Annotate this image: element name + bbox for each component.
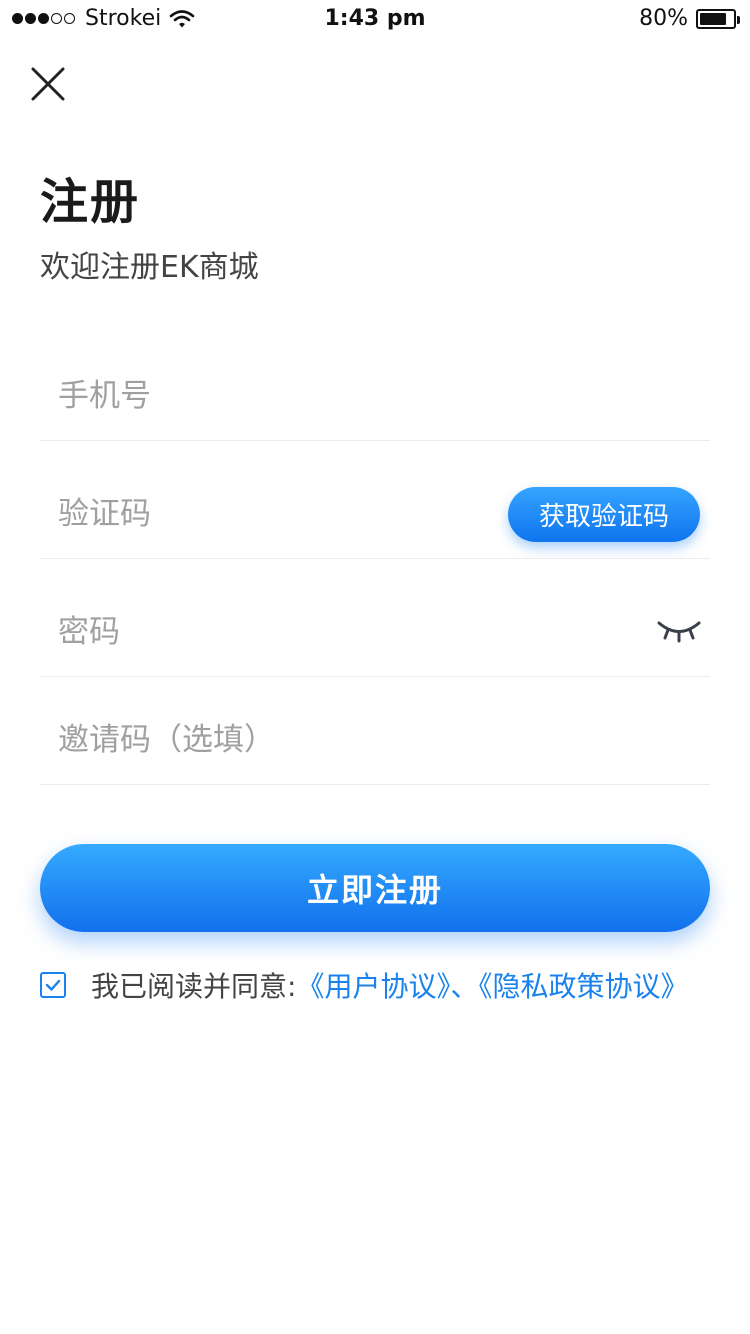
invite-code-input[interactable] — [58, 696, 478, 784]
status-right: 80% — [639, 6, 740, 31]
battery-icon — [696, 8, 740, 29]
battery-cap — [737, 15, 740, 24]
phone-input[interactable] — [58, 352, 478, 440]
page-subtitle: 欢迎注册EK商城 — [40, 250, 259, 285]
password-input[interactable] — [58, 588, 478, 676]
user-agreement-link[interactable]: 《用户协议》 — [296, 970, 450, 1003]
agreement-checkbox[interactable] — [40, 972, 66, 998]
status-bar: Strokei 1:43 pm 80% — [0, 0, 750, 40]
verification-code-field: 获取验证码 — [40, 470, 710, 559]
verification-code-input[interactable] — [58, 470, 478, 558]
eye-closed-icon[interactable] — [656, 618, 702, 644]
status-time: 1:43 pm — [324, 6, 426, 31]
page-title: 注册 — [40, 174, 141, 230]
agreement-separator: 、 — [450, 970, 479, 1003]
privacy-policy-link[interactable]: 《隐私政策协议》 — [478, 970, 688, 1003]
phone-field — [40, 352, 710, 441]
battery-fill — [700, 12, 726, 25]
close-icon[interactable] — [28, 64, 68, 104]
password-field — [40, 588, 710, 677]
check-icon — [45, 979, 61, 991]
register-button[interactable]: 立即注册 — [40, 844, 710, 932]
invite-code-field — [40, 696, 710, 785]
battery-percent: 80% — [639, 6, 688, 31]
agreement-prefix: 我已阅读并同意: — [91, 970, 297, 1003]
get-code-button[interactable]: 获取验证码 — [508, 487, 700, 542]
agreement-text: 我已阅读并同意:《用户协议》、《隐私政策协议》 — [91, 968, 701, 1006]
